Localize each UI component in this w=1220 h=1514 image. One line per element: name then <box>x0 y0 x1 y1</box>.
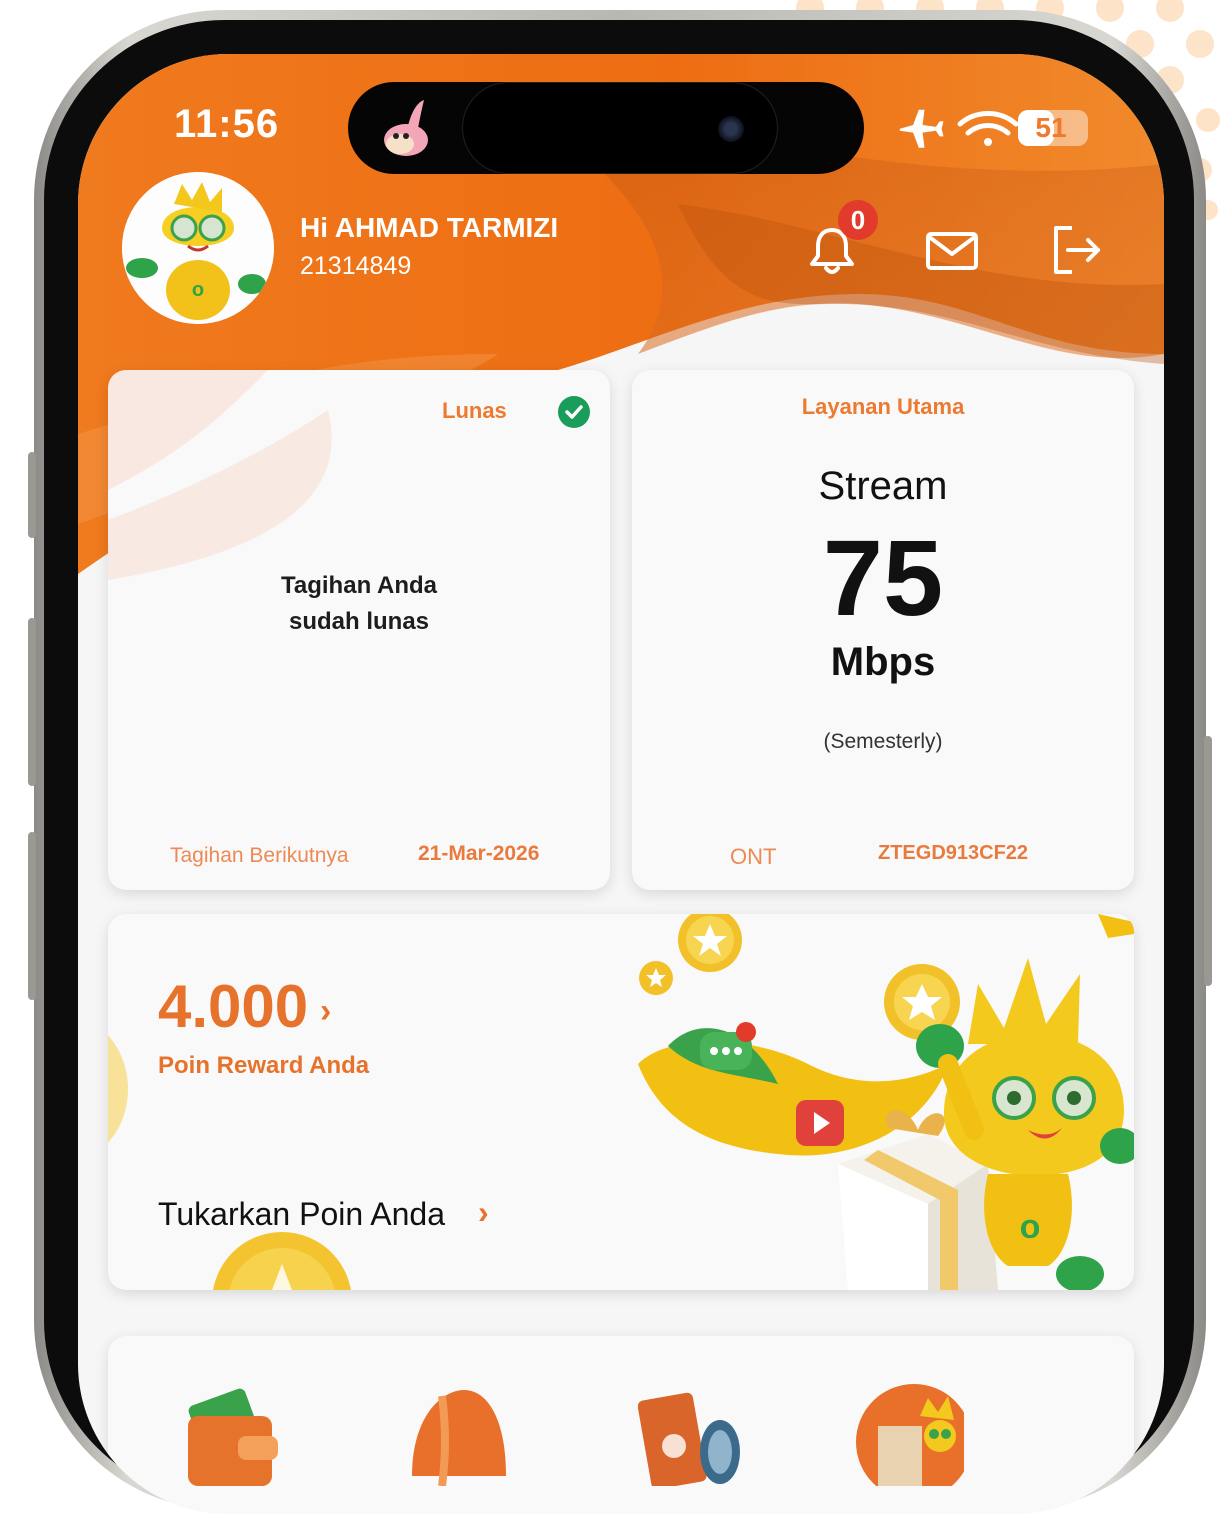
check-circle-icon <box>558 396 590 428</box>
mascot-avatar-icon: o <box>122 172 274 324</box>
billing-message: Tagihan Anda sudah lunas <box>108 568 610 640</box>
volume-up-button <box>28 618 36 786</box>
service-speed: 75 <box>822 517 944 638</box>
billing-status: Lunas <box>442 398 507 423</box>
star-coin-icon <box>639 961 673 995</box>
next-bill-date: 21-Mar-2026 <box>418 842 540 865</box>
svg-text:o: o <box>192 279 204 301</box>
reward-points[interactable]: 4.000 <box>158 972 308 1041</box>
helmet-icon[interactable] <box>402 1376 512 1486</box>
mail-icon[interactable] <box>924 222 980 278</box>
airplane-icon <box>899 109 944 148</box>
billing-message-line-1: Tagihan Anda <box>281 572 437 599</box>
coin-decoration-icon <box>108 1035 128 1143</box>
reward-card[interactable]: 4.000 › Poin Reward Anda Tukarkan Poin A… <box>108 914 1134 1290</box>
billing-message-line-2: sudah lunas <box>288 608 430 635</box>
star-coin-icon <box>213 1232 351 1290</box>
greeting-text: Hi AHMAD TARMIZI <box>300 212 559 243</box>
service-unit: Mbps <box>830 640 936 684</box>
star-coin-icon <box>678 914 742 972</box>
billing-card[interactable]: Lunas Tagihan Anda sudah lunas Tagihan B… <box>108 370 610 890</box>
mascot-menu-icon[interactable] <box>854 1376 964 1486</box>
next-bill-label: Tagihan Berikutnya <box>170 844 349 867</box>
ont-value: ZTEGD913CF22 <box>878 842 1029 864</box>
wallet-icon[interactable] <box>178 1376 288 1486</box>
notification-badge: 0 <box>838 200 878 240</box>
service-period: (Semesterly) <box>823 730 943 753</box>
pet-widget-icon <box>384 100 428 156</box>
wifi-icon <box>957 111 1019 146</box>
status-time: 11:56 <box>174 102 280 146</box>
quick-menu-card <box>108 1336 1134 1514</box>
app-screen: 11:56 51 o Hi AHMAD TARMIZI 21314849 0 L… <box>78 54 1164 1514</box>
manual-icon[interactable] <box>638 1376 748 1486</box>
front-camera <box>718 116 744 142</box>
battery-percent: 51 <box>1035 112 1067 143</box>
ont-label: ONT <box>730 844 777 869</box>
power-button <box>1204 736 1212 986</box>
logout-icon[interactable] <box>1048 222 1104 278</box>
action-button <box>28 452 36 538</box>
reward-label: Poin Reward Anda <box>158 1052 370 1079</box>
service-title: Layanan Utama <box>801 394 965 419</box>
svg-text:o: o <box>1020 1208 1041 1246</box>
reward-chevron-icon[interactable]: › <box>320 992 331 1031</box>
volume-down-button <box>28 832 36 1000</box>
service-name: Stream <box>818 464 948 508</box>
reward-illustration: o <box>638 914 1134 1290</box>
avatar[interactable]: o <box>122 172 274 324</box>
customer-id: 21314849 <box>300 252 412 280</box>
service-card[interactable]: Layanan Utama Stream 75 Mbps (Semesterly… <box>632 370 1134 890</box>
redeem-chevron-icon[interactable]: › <box>478 1194 489 1231</box>
